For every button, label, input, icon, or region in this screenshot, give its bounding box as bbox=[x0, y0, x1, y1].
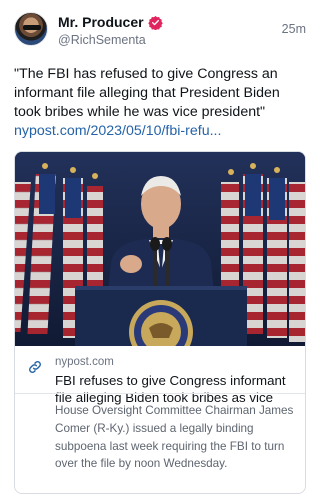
card-divider bbox=[15, 393, 305, 394]
author-avatar[interactable] bbox=[14, 12, 48, 46]
card-description: House Oversight Committee Chairman James… bbox=[55, 404, 294, 471]
post-timestamp[interactable]: 25m bbox=[282, 22, 306, 36]
card-image[interactable] bbox=[15, 152, 305, 346]
avatar-sunglasses bbox=[23, 25, 41, 30]
verified-badge-icon bbox=[147, 15, 163, 30]
link-icon bbox=[29, 361, 41, 373]
post-body-text: "The FBI has refused to give Congress an… bbox=[14, 66, 280, 120]
podium-flags-photo bbox=[15, 152, 305, 346]
author-name-row: Mr. Producer bbox=[58, 14, 163, 30]
post-text: "The FBI has refused to give Congress an… bbox=[14, 65, 310, 141]
author-handle[interactable]: @RichSementa bbox=[58, 33, 146, 47]
card-title[interactable]: FBI refuses to give Congress informant f… bbox=[55, 372, 295, 406]
link-preview-card[interactable]: nypost.com FBI refuses to give Congress … bbox=[14, 151, 306, 494]
post-header: Mr. Producer @RichSementa 25m bbox=[0, 0, 320, 58]
post-link[interactable]: nypost.com/2023/05/10/fbi-refu... bbox=[14, 123, 221, 139]
card-body: nypost.com FBI refuses to give Congress … bbox=[15, 346, 305, 406]
author-display-name[interactable]: Mr. Producer bbox=[58, 14, 144, 30]
card-domain: nypost.com bbox=[55, 356, 114, 368]
